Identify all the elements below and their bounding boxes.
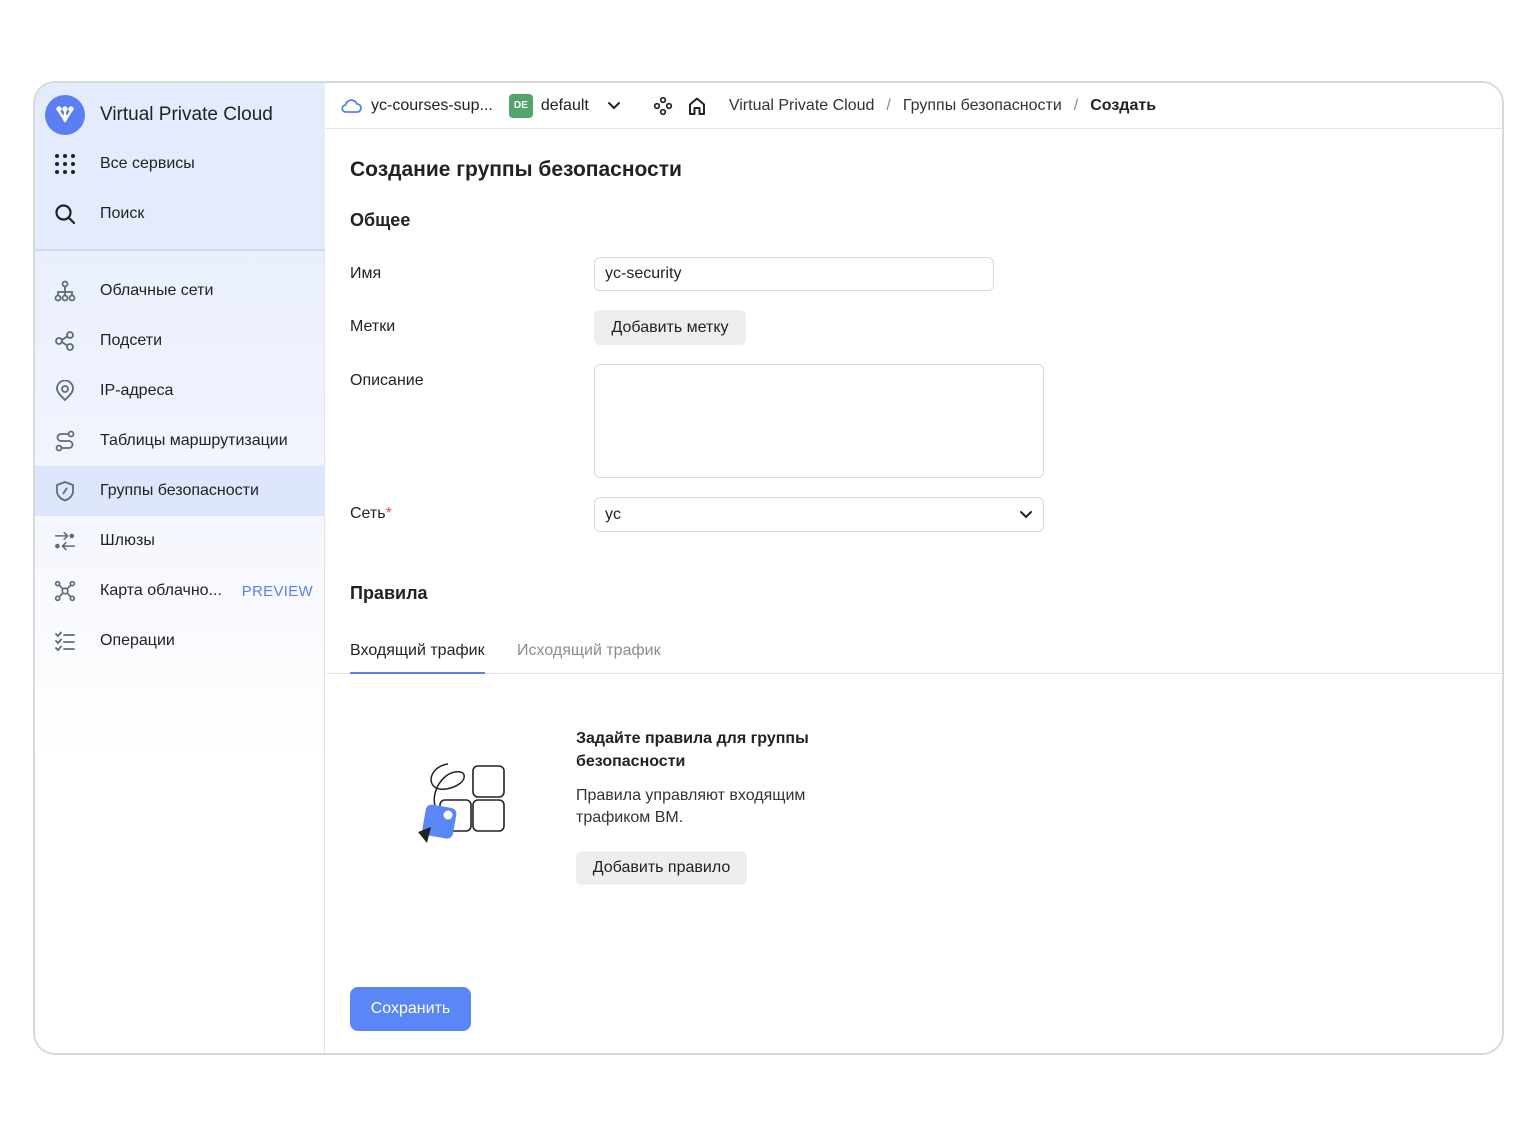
breadcrumb-vpc[interactable]: Virtual Private Cloud: [729, 97, 875, 115]
sidebar-item-security-groups[interactable]: Группы безопасности: [35, 466, 325, 516]
chevron-down-icon: [607, 101, 621, 111]
description-label: Описание: [350, 372, 424, 389]
breadcrumb-current: Создать: [1090, 96, 1157, 114]
folder-name: default: [540, 96, 589, 114]
vpc-logo-icon: [45, 95, 85, 135]
breadcrumb-separator: /: [886, 96, 891, 114]
sidebar-item-label: Облачные сети: [100, 282, 214, 299]
sidebar-item-label: Поиск: [100, 205, 145, 222]
tab-inbound-traffic[interactable]: Входящий трафик: [350, 638, 485, 674]
brand[interactable]: Virtual Private Cloud: [45, 95, 273, 135]
cloud-selector[interactable]: yc-courses-sup...: [340, 97, 493, 115]
required-mark: *: [385, 505, 392, 522]
breadcrumb-security-groups[interactable]: Группы безопасности: [903, 97, 1062, 115]
sidebar-item-all-services[interactable]: Все сервисы: [35, 139, 325, 189]
top-bar: yc-courses-sup... DE default Virtual Pri…: [326, 83, 1502, 129]
network-label: Сеть*: [350, 505, 392, 523]
shield-icon: [54, 480, 76, 502]
page-title: Создание группы безопасности: [350, 158, 682, 181]
grid-dots-icon: [54, 153, 76, 175]
sidebar-item-label: Все сервисы: [100, 155, 195, 172]
location-pin-icon: [54, 380, 76, 402]
home-icon[interactable]: [687, 96, 707, 116]
list-checks-icon: [54, 630, 76, 652]
folder-selector[interactable]: DE default: [508, 93, 621, 118]
sidebar-item-label: Карта облачно...: [100, 582, 222, 599]
add-rule-button[interactable]: Добавить правило: [576, 851, 747, 885]
sidebar-item-gateways[interactable]: Шлюзы: [35, 516, 325, 566]
network-select-value: yc: [605, 505, 621, 523]
save-button[interactable]: Сохранить: [350, 987, 471, 1031]
tab-outbound-traffic[interactable]: Исходящий трафик: [517, 638, 661, 674]
sidebar-item-ip-addresses[interactable]: IP-адреса: [35, 366, 325, 416]
rules-empty-illustration: [414, 760, 510, 857]
sidebar-item-subnets[interactable]: Подсети: [35, 316, 325, 366]
sidebar-item-label: Группы безопасности: [100, 482, 259, 499]
route-icon: [54, 430, 76, 452]
name-label: Имя: [350, 265, 382, 282]
chevron-down-icon: [1019, 510, 1033, 520]
gateway-arrows-icon: [54, 530, 76, 552]
sidebar-item-search[interactable]: Поиск: [35, 189, 325, 239]
services-nodes-icon[interactable]: [653, 96, 673, 116]
sidebar-item-label: Операции: [100, 632, 175, 649]
section-rules-title: Правила: [350, 583, 428, 603]
labels-label: Метки: [350, 318, 396, 335]
folder-badge: DE: [508, 93, 533, 118]
app-window: Virtual Private Cloud Все сервисы Поиск: [33, 81, 1504, 1055]
cloud-name: yc-courses-sup...: [371, 96, 493, 114]
sidebar-item-cloud-map[interactable]: Карта облачно... PREVIEW: [35, 566, 325, 616]
sidebar-item-cloud-networks[interactable]: Облачные сети: [35, 266, 325, 316]
name-input[interactable]: [594, 257, 994, 291]
network-label-text: Сеть: [350, 505, 386, 522]
breadcrumb-separator: /: [1073, 96, 1079, 114]
sidebar-item-label: Шлюзы: [100, 532, 155, 549]
network-select[interactable]: yc: [594, 497, 1044, 532]
section-general-title: Общее: [350, 210, 411, 230]
sidebar-item-label: Таблицы маршрутизации: [100, 432, 288, 449]
sidebar-item-operations[interactable]: Операции: [35, 616, 325, 666]
cloud-icon: [340, 97, 362, 115]
subnet-icon: [54, 330, 76, 352]
main-content: Создание группы безопасности Общее Имя М…: [326, 130, 1502, 1053]
sidebar-item-label: IP-адреса: [100, 382, 174, 399]
brand-title: Virtual Private Cloud: [100, 104, 273, 125]
sidebar-item-label: Подсети: [100, 332, 163, 349]
map-nodes-icon: [54, 580, 76, 602]
rules-empty-title: Задайте правила для группы безопасности: [576, 730, 809, 770]
rules-empty-text: Правила управляют входящим трафиком ВМ.: [576, 787, 806, 826]
network-icon: [54, 280, 76, 302]
search-icon: [54, 203, 76, 225]
add-label-button[interactable]: Добавить метку: [594, 310, 746, 345]
rules-tabs: Входящий трафик Исходящий трафик: [326, 638, 1502, 674]
preview-badge: PREVIEW: [241, 582, 313, 600]
sidebar: Virtual Private Cloud Все сервисы Поиск: [35, 83, 325, 1053]
sidebar-item-route-tables[interactable]: Таблицы маршрутизации: [35, 416, 325, 466]
description-textarea[interactable]: [594, 364, 1044, 478]
